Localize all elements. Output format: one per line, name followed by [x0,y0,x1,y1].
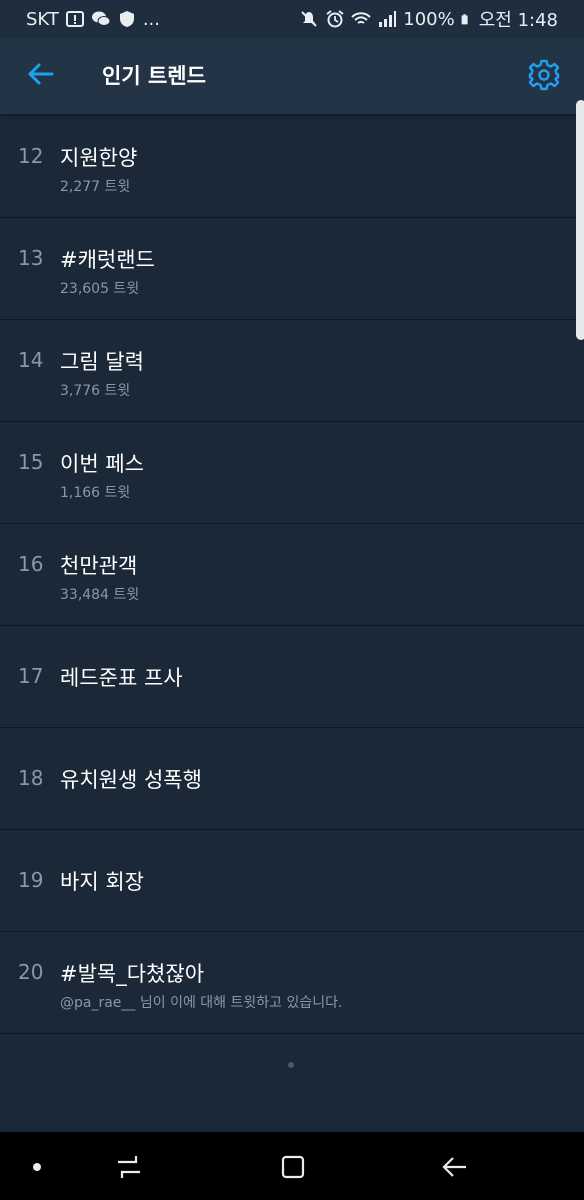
signal-icon [379,11,397,27]
trends-list: 12 지원한양 2,277 트윗 13 #캐럿랜드 23,605 트윗 14 그… [0,116,584,1034]
trend-rank: 15 [18,450,44,474]
trend-rank: 20 [18,960,44,984]
status-bar-right: 100% 오전 1:48 [299,6,558,32]
trend-tweet-count: 2,277 트윗 [60,179,131,195]
wifi-icon [351,12,371,24]
trend-tweet-count: 3,776 트윗 [60,383,131,399]
app-bar: 인기 트렌드 [0,38,584,114]
trend-rank: 18 [18,766,44,790]
more-notifications: ... [142,8,160,30]
trend-name: 레드준표 프사 [60,666,183,690]
trend-name: #발목_다쳤잖아 [60,962,205,986]
battery-icon [461,14,468,25]
back-arrow-icon[interactable] [24,58,56,90]
trend-tweet-count: 33,484 트윗 [60,587,140,603]
alarm-icon [326,10,344,28]
trend-row[interactable]: 13 #캐럿랜드 23,605 트윗 [0,218,584,320]
clock: 오전 1:48 [478,10,558,31]
trend-rank: 16 [18,552,44,576]
trend-rank: 14 [18,348,44,372]
trend-row[interactable]: 16 천만관객 33,484 트윗 [0,524,584,626]
trend-rank: 19 [18,868,44,892]
back-icon[interactable] [440,1152,470,1182]
trend-row[interactable]: 15 이번 페스 1,166 트윗 [0,422,584,524]
gear-icon[interactable] [526,57,562,93]
trend-name: 유치원생 성폭행 [60,768,202,792]
trend-tweet-count: 1,166 트윗 [60,485,131,501]
home-dot-icon[interactable] [22,1152,52,1182]
system-nav-bar [0,1132,584,1200]
trend-row[interactable]: 20 #발목_다쳤잖아 @pa_rae__ 님이 이에 대해 트윗하고 있습니다… [0,932,584,1034]
recent-apps-icon[interactable] [114,1152,144,1182]
trend-row[interactable]: 17 레드준표 프사 [0,626,584,728]
trend-name: 이번 페스 [60,452,144,476]
trend-name: 바지 회장 [60,870,144,894]
wechat-icon [91,11,111,26]
shield-icon [119,11,134,27]
list-end-indicator [288,1062,294,1068]
mute-icon [301,11,317,27]
trend-row[interactable]: 18 유치원생 성폭행 [0,728,584,830]
trend-row[interactable]: 14 그림 달력 3,776 트윗 [0,320,584,422]
trend-row[interactable]: 12 지원한양 2,277 트윗 [0,116,584,218]
trend-name: 지원한양 [60,146,138,170]
status-bar-left: SKT ... [26,9,160,30]
alert-box-icon [65,11,84,27]
trend-row[interactable]: 19 바지 회장 [0,830,584,932]
overview-icon[interactable] [278,1152,308,1182]
trend-context: @pa_rae__ 님이 이에 대해 트윗하고 있습니다. [60,995,343,1011]
trend-rank: 12 [18,144,44,168]
battery-percent: 100% [403,8,455,30]
trend-rank: 13 [18,246,44,270]
scrollbar[interactable] [576,100,584,340]
status-bar: SKT ... 100% 오전 1:48 [0,0,584,38]
trend-name: 천만관객 [60,554,138,578]
trend-name: #캐럿랜드 [60,248,155,272]
trend-name: 그림 달력 [60,350,144,374]
trend-rank: 17 [18,664,44,688]
page-title: 인기 트렌드 [102,64,206,88]
carrier-label: SKT [26,8,59,30]
trend-tweet-count: 23,605 트윗 [60,281,140,297]
